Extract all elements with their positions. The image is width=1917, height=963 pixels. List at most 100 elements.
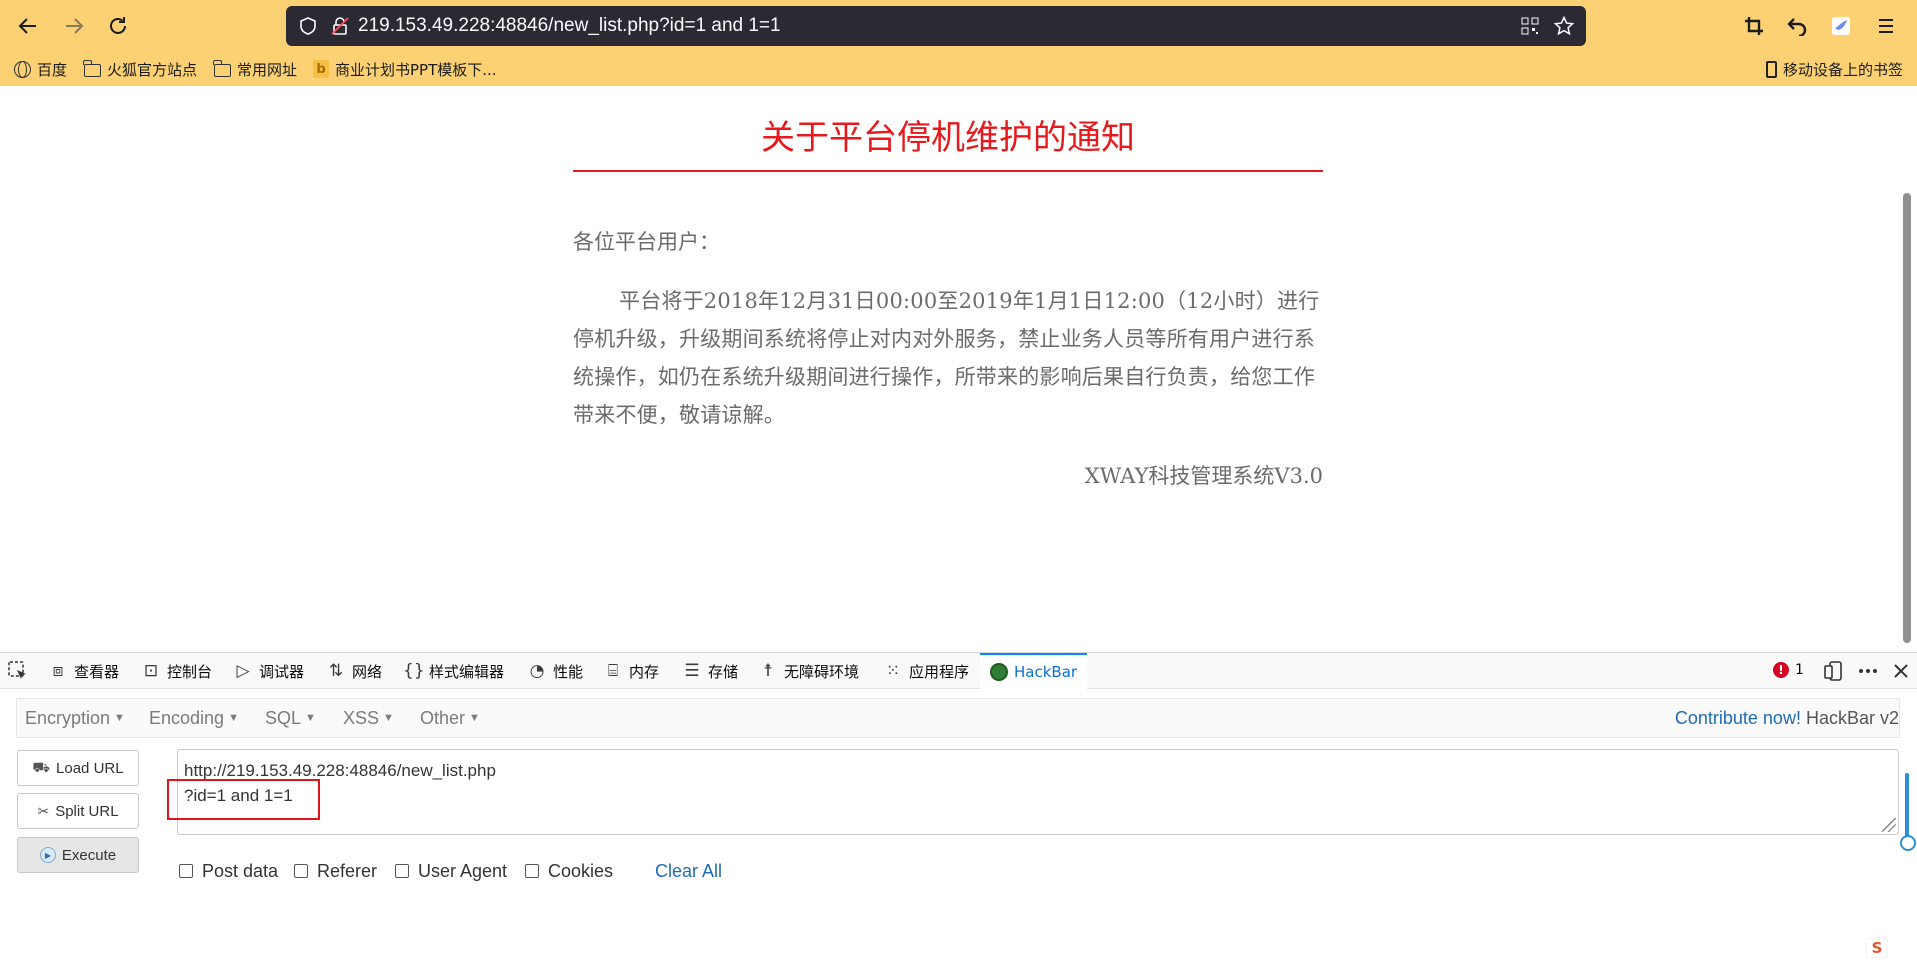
bookmark-label: 火狐官方站点 — [107, 60, 198, 79]
bookmark-baidu[interactable]: 百度 — [14, 58, 67, 80]
menu-icon[interactable] — [1870, 10, 1902, 42]
tab-performance[interactable]: ◔ 性能 — [527, 653, 583, 689]
checkbox-icon[interactable] — [395, 864, 409, 878]
caret-down-icon: ▼ — [305, 712, 316, 724]
tab-memory[interactable]: ⌸ 内存 — [603, 653, 659, 689]
close-icon — [1894, 664, 1908, 678]
menu-xss[interactable]: XSS ▼ — [343, 699, 394, 737]
input-method-icon[interactable]: S — [1866, 938, 1888, 958]
menu-encoding[interactable]: Encoding ▼ — [149, 699, 239, 737]
load-url-button[interactable]: ⛟ Load URL — [17, 750, 139, 786]
menu-label: Encoding — [149, 707, 225, 728]
contribute-area: Contribute now! HackBar v2 — [1675, 699, 1899, 737]
page-scrollbar[interactable] — [1903, 193, 1911, 643]
devtools-tab-bar: ⧈ 查看器 ⊡ 控制台 ▷ 调试器 ⇅ 网络 {} 样式编辑器 ◔ 性能 ⌸ 内存 ☰ 存储 ☨… — [0, 653, 1917, 689]
menu-label: XSS — [343, 707, 380, 728]
split-url-button[interactable]: ✂ Split URL — [17, 793, 139, 829]
hackbar-version: HackBar v2 — [1805, 707, 1899, 728]
error-count-badge[interactable]: ! 1 — [1773, 662, 1804, 678]
shield-icon[interactable] — [298, 16, 318, 36]
tab-hackbar[interactable]: HackBar — [980, 653, 1088, 689]
option-label: Post data — [202, 860, 279, 881]
hackbar-icon — [990, 663, 1008, 681]
reload-button[interactable] — [102, 10, 134, 42]
checkbox-icon[interactable] — [294, 864, 308, 878]
menu-other[interactable]: Other ▼ — [420, 699, 480, 737]
inspector-icon: ⧈ — [52, 661, 64, 681]
reload-icon — [110, 17, 126, 34]
option-label: User Agent — [418, 860, 508, 881]
menu-label: Encryption — [25, 707, 111, 728]
load-url-icon: ⛟ — [32, 758, 51, 775]
tab-label: 应用程序 — [909, 662, 970, 681]
extension-icon[interactable] — [1825, 10, 1857, 42]
style-editor-icon: {} — [403, 661, 425, 681]
error-icon: ! — [1773, 662, 1789, 678]
tab-accessibility[interactable]: ☨ 无障碍环境 — [758, 653, 859, 689]
notice-greeting: 各位平台用户： — [573, 230, 720, 254]
url-text[interactable]: 219.153.49.228:48846/new_list.php?id=1 a… — [358, 15, 1520, 37]
clear-all-link[interactable]: Clear All — [655, 859, 722, 883]
crop-icon[interactable] — [1738, 10, 1770, 42]
memory-icon: ⌸ — [607, 661, 619, 681]
mobile-bookmarks[interactable]: 移动设备上的书签 — [1766, 58, 1903, 80]
tab-label: 无障碍环境 — [784, 662, 860, 681]
forward-button[interactable] — [58, 10, 90, 42]
tab-storage[interactable]: ☰ 存储 — [682, 653, 738, 689]
bookmark-label: 商业计划书PPT模板下... — [335, 60, 497, 79]
url-bar[interactable]: 219.153.49.228:48846/new_list.php?id=1 a… — [286, 6, 1586, 46]
checkbox-icon[interactable] — [525, 864, 539, 878]
tab-debugger[interactable]: ▷ 调试器 — [233, 653, 304, 689]
post-data-checkbox[interactable]: Post data — [179, 859, 278, 883]
responsive-mode-icon — [1824, 661, 1842, 681]
qr-code-icon[interactable] — [1520, 16, 1540, 36]
menu-encryption[interactable]: Encryption ▼ — [25, 699, 125, 737]
title-divider — [573, 170, 1323, 172]
url-line-2: ?id=1 and 1=1 — [184, 786, 293, 805]
undo-icon[interactable] — [1781, 10, 1813, 42]
annotation-highlight-box — [167, 779, 320, 820]
tab-application[interactable]: ⁙ 应用程序 — [883, 653, 969, 689]
insecure-lock-icon[interactable] — [330, 16, 350, 36]
panel-scrollbar[interactable] — [1900, 773, 1916, 851]
bookmark-label: 常用网址 — [237, 60, 298, 79]
back-button[interactable] — [12, 10, 44, 42]
responsive-design-button[interactable] — [1824, 653, 1844, 689]
url-line-1: http://219.153.49.228:48846/new_list.php — [184, 761, 496, 780]
resize-grip-icon[interactable] — [1882, 818, 1896, 832]
more-options-button[interactable] — [1858, 653, 1878, 689]
tab-label: 控制台 — [167, 662, 213, 681]
cookies-checkbox[interactable]: Cookies — [525, 859, 613, 883]
menu-sql[interactable]: SQL ▼ — [265, 699, 316, 737]
tab-network[interactable]: ⇅ 网络 — [326, 653, 382, 689]
mobile-device-icon — [1766, 60, 1777, 78]
tab-label: 网络 — [352, 662, 383, 681]
tab-console[interactable]: ⊡ 控制台 — [141, 653, 212, 689]
option-label: Cookies — [548, 860, 614, 881]
url-textarea[interactable]: http://219.153.49.228:48846/new_list.php… — [177, 749, 1899, 835]
bookmark-common-sites[interactable]: 常用网址 — [213, 58, 298, 80]
folder-icon — [83, 59, 101, 77]
tab-inspector[interactable]: ⧈ 查看器 — [48, 653, 119, 689]
bookmark-firefox-official[interactable]: 火狐官方站点 — [83, 58, 198, 80]
bookmark-ppt-template[interactable]: b 商业计划书PPT模板下... — [313, 58, 497, 80]
tab-label: 调试器 — [259, 662, 305, 681]
debugger-icon: ▷ — [236, 661, 250, 681]
bookmark-star-icon[interactable] — [1554, 16, 1574, 36]
system-name: XWAY科技管理系统V3.0 — [1084, 464, 1323, 488]
button-label: Load URL — [56, 759, 124, 777]
referer-checkbox[interactable]: Referer — [294, 859, 377, 883]
console-icon: ⊡ — [143, 661, 159, 681]
tab-style-editor[interactable]: {} 样式编辑器 — [403, 653, 504, 689]
execute-button[interactable]: ▶ Execute — [17, 837, 139, 873]
notice-title: 关于平台停机维护的通知 — [761, 118, 1135, 158]
close-devtools-button[interactable] — [1892, 653, 1910, 689]
contribute-link[interactable]: Contribute now! — [1675, 708, 1801, 729]
bookmarks-bar: 百度 火狐官方站点 常用网址 b 商业计划书PPT模板下... 移动设备上的书签 — [0, 52, 1917, 86]
mobile-bookmarks-label: 移动设备上的书签 — [1783, 60, 1904, 79]
checkbox-icon[interactable] — [179, 864, 193, 878]
menu-label: Other — [420, 707, 466, 728]
element-picker-button[interactable] — [8, 653, 28, 689]
user-agent-checkbox[interactable]: User Agent — [395, 859, 507, 883]
option-label: Referer — [317, 860, 378, 881]
